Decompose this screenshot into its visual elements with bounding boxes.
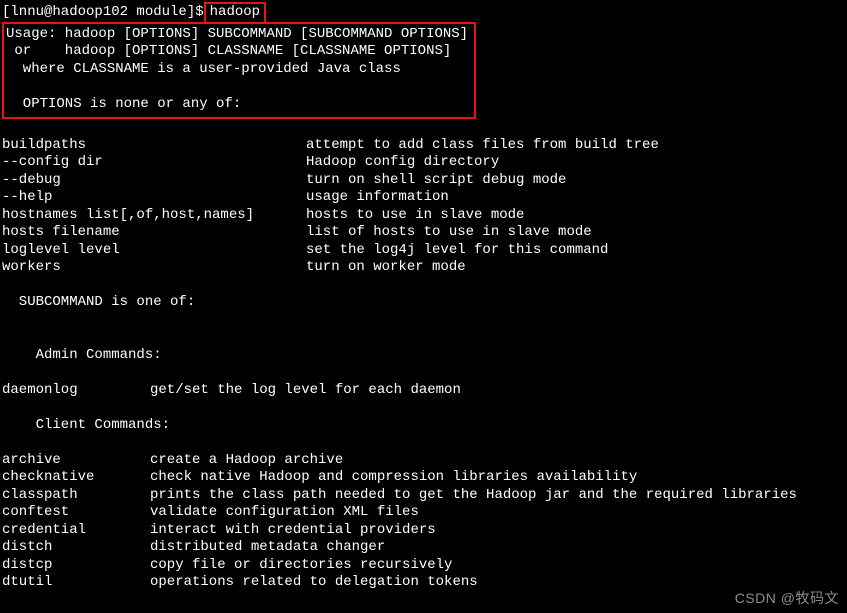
command-desc: validate configuration XML files [150,504,419,522]
option-row: buildpathsattempt to add class files fro… [2,137,845,155]
usage-line: Usage: hadoop [OPTIONS] SUBCOMMAND [SUBC… [6,26,468,42]
command-desc: check native Hadoop and compression libr… [150,469,637,487]
command-desc: prints the class path needed to get the … [150,487,797,505]
command-row: daemonlogget/set the log level for each … [2,382,845,400]
option-name: workers [2,259,306,277]
command-name: distcp [2,557,150,575]
subcommand-header: SUBCOMMAND is one of: [2,294,845,312]
option-desc: set the log4j level for this command [306,242,608,260]
watermark-text: CSDN @牧码文 [735,590,839,608]
command-desc: interact with credential providers [150,522,436,540]
command-name: dtutil [2,574,150,592]
option-desc: turn on shell script debug mode [306,172,566,190]
blank-line [2,364,845,382]
option-name: --config dir [2,154,306,172]
option-row: loglevel levelset the log4j level for th… [2,242,845,260]
command-name: classpath [2,487,150,505]
command-row: dtutiloperations related to delegation t… [2,574,845,592]
usage-highlight: Usage: hadoop [OPTIONS] SUBCOMMAND [SUBC… [2,22,476,120]
usage-blank [6,78,14,94]
option-row: hostnames list[,of,host,names]hosts to u… [2,207,845,225]
option-row: --debugturn on shell script debug mode [2,172,845,190]
command-row: conftestvalidate configuration XML files [2,504,845,522]
command-desc: distributed metadata changer [150,539,385,557]
options-list: buildpathsattempt to add class files fro… [2,137,845,277]
admin-commands-list: daemonlogget/set the log level for each … [2,382,845,400]
option-desc: hosts to use in slave mode [306,207,524,225]
command-row: credentialinteract with credential provi… [2,522,845,540]
command-row: checknativecheck native Hadoop and compr… [2,469,845,487]
command-name: checknative [2,469,150,487]
option-name: hostnames list[,of,host,names] [2,207,306,225]
option-name: --help [2,189,306,207]
option-row: hosts filenamelist of hosts to use in sl… [2,224,845,242]
option-name: buildpaths [2,137,306,155]
command-name: distch [2,539,150,557]
option-desc: usage information [306,189,449,207]
option-name: hosts filename [2,224,306,242]
blank-line [2,434,845,452]
option-desc: attempt to add class files from build tr… [306,137,659,155]
option-desc: Hadoop config directory [306,154,499,172]
terminal-prompt-line[interactable]: [lnnu@hadoop102 module]$ hadoop [2,2,266,24]
option-desc: list of hosts to use in slave mode [306,224,592,242]
option-name: loglevel level [2,242,306,260]
option-row: workersturn on worker mode [2,259,845,277]
command-name: daemonlog [2,382,150,400]
client-commands-list: archivecreate a Hadoop archivechecknativ… [2,452,845,592]
shell-prompt: [lnnu@hadoop102 module]$ [2,4,204,20]
command-row: distchdistributed metadata changer [2,539,845,557]
admin-commands-header: Admin Commands: [2,347,845,365]
option-row: --helpusage information [2,189,845,207]
option-desc: turn on worker mode [306,259,466,277]
command-row: classpathprints the class path needed to… [2,487,845,505]
command-name: credential [2,522,150,540]
command-row: archivecreate a Hadoop archive [2,452,845,470]
blank-line [2,329,845,347]
blank-line [2,277,845,295]
usage-line: OPTIONS is none or any of: [6,96,241,112]
option-row: --config dirHadoop config directory [2,154,845,172]
command-name: archive [2,452,150,470]
client-commands-header: Client Commands: [2,417,845,435]
blank-line [2,312,845,330]
blank-line [2,399,845,417]
command-highlight: hadoop [204,2,266,24]
usage-line: or hadoop [OPTIONS] CLASSNAME [CLASSNAME… [6,43,451,59]
option-name: --debug [2,172,306,190]
command-name: conftest [2,504,150,522]
command-desc: create a Hadoop archive [150,452,343,470]
command-desc: copy file or directories recursively [150,557,452,575]
command-row: distcpcopy file or directories recursive… [2,557,845,575]
command-desc: get/set the log level for each daemon [150,382,461,400]
usage-line: where CLASSNAME is a user-provided Java … [6,61,401,77]
blank-line [2,119,845,137]
command-desc: operations related to delegation tokens [150,574,478,592]
